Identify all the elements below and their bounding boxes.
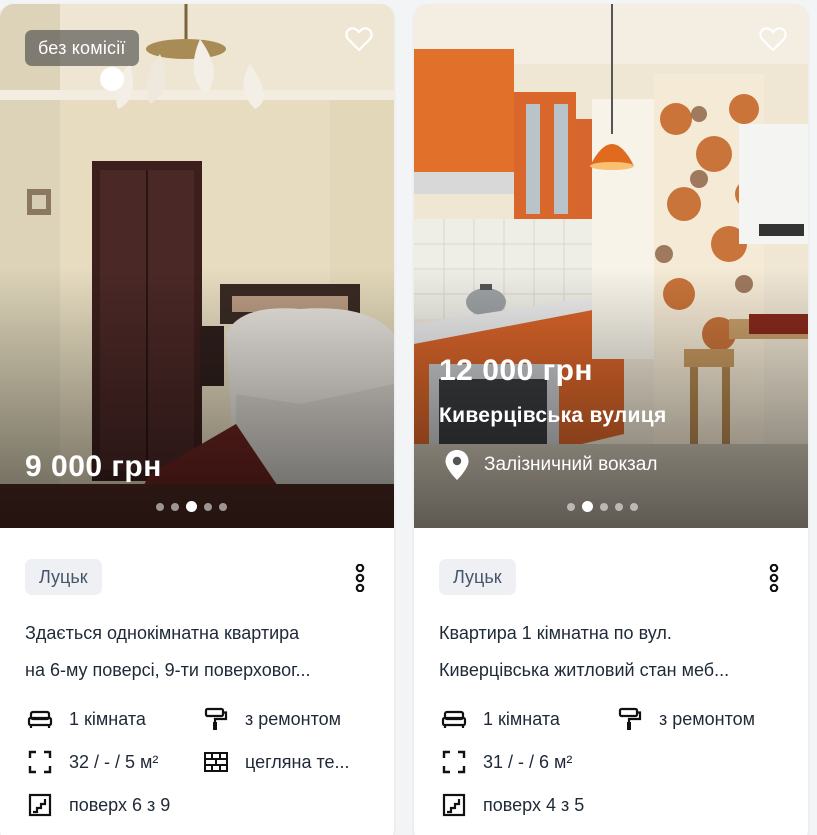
- feature-floor: поверх 4 з 5: [441, 792, 584, 818]
- photo-dot[interactable]: [567, 502, 575, 511]
- photo-dot-active[interactable]: [582, 501, 593, 512]
- heart-outline-icon[interactable]: [758, 24, 788, 54]
- feature-area: 32 / - / 5 м²: [27, 749, 158, 775]
- listing-description[interactable]: Квартира 1 кімнатна по вул. Киверцівська…: [439, 615, 784, 689]
- description-line: Квартира 1 кімнатна по вул.: [439, 623, 672, 643]
- feature-floor-text: поверх 6 з 9: [69, 794, 171, 815]
- photo-dot[interactable]: [615, 502, 623, 511]
- station-name: Залізничний вокзал: [484, 454, 658, 475]
- listing-price: 9 000 грн: [25, 450, 162, 483]
- photo-dot[interactable]: [219, 502, 227, 511]
- feature-repair: з ремонтом: [203, 706, 341, 732]
- feature-repair-text: з ремонтом: [659, 708, 756, 729]
- photo-dot[interactable]: [630, 502, 638, 511]
- photo-dot[interactable]: [156, 502, 164, 511]
- stairs-icon: [28, 793, 52, 817]
- area-frame-icon: [28, 750, 52, 774]
- description-line: Киверцівська житловий стан меб...: [439, 660, 730, 680]
- listing-card[interactable]: без комісії 9 000 грн Луцьк Здається одн…: [0, 4, 394, 835]
- feature-area-text: 31 / - / 6 м²: [483, 751, 573, 772]
- listing-station: Залізничний вокзал: [444, 448, 657, 482]
- listing-price: 12 000 грн: [439, 354, 594, 387]
- feature-rooms-text: 1 кімната: [483, 708, 560, 729]
- listing-card[interactable]: 12 000 грн Киверцівська вулиця Залізничн…: [414, 4, 808, 835]
- photo-dot[interactable]: [204, 502, 212, 511]
- description-line: Здається однокімнатна квартира: [25, 623, 300, 643]
- photo-dot[interactable]: [600, 502, 608, 511]
- heart-outline-icon[interactable]: [344, 24, 374, 54]
- photo-dots: [567, 501, 638, 512]
- photo-dot-active[interactable]: [186, 501, 197, 512]
- listing-photo[interactable]: 12 000 грн Киверцівська вулиця Залізничн…: [414, 4, 808, 528]
- bed-icon: [441, 710, 467, 728]
- paint-roller-icon: [204, 707, 228, 730]
- feature-rooms: 1 кімната: [27, 706, 146, 732]
- feature-floor-text: поверх 4 з 5: [483, 794, 585, 815]
- vertical-dots-icon[interactable]: [354, 564, 366, 592]
- description-line: на 6-му поверсі, 9-ти поверховог...: [25, 660, 311, 680]
- feature-wall-text: цегляна те...: [245, 751, 350, 772]
- listing-description[interactable]: Здається однокімнатна квартира на 6-му п…: [25, 615, 370, 689]
- listing-street: Киверцівська вулиця: [439, 404, 667, 427]
- city-chip[interactable]: Луцьк: [439, 559, 516, 595]
- photo-gradient: [414, 268, 808, 528]
- bed-icon: [27, 710, 53, 728]
- photo-gradient: [0, 268, 394, 528]
- stairs-icon: [442, 793, 466, 817]
- feature-area: 31 / - / 6 м²: [441, 749, 572, 775]
- paint-roller-icon: [618, 707, 642, 730]
- photo-dots: [156, 501, 227, 512]
- feature-area-text: 32 / - / 5 м²: [69, 751, 159, 772]
- feature-wall: цегляна те...: [203, 749, 373, 775]
- feature-repair: з ремонтом: [617, 706, 755, 732]
- no-commission-badge: без комісії: [25, 30, 139, 66]
- feature-repair-text: з ремонтом: [245, 708, 342, 729]
- vertical-dots-icon[interactable]: [768, 564, 780, 592]
- map-pin-icon: [445, 450, 469, 480]
- listing-photo[interactable]: без комісії 9 000 грн: [0, 4, 394, 528]
- feature-floor: поверх 6 з 9: [27, 792, 170, 818]
- brick-wall-icon: [204, 752, 228, 772]
- feature-rooms: 1 кімната: [441, 706, 560, 732]
- photo-dot[interactable]: [171, 502, 179, 511]
- city-chip[interactable]: Луцьк: [25, 559, 102, 595]
- feature-rooms-text: 1 кімната: [69, 708, 146, 729]
- area-frame-icon: [442, 750, 466, 774]
